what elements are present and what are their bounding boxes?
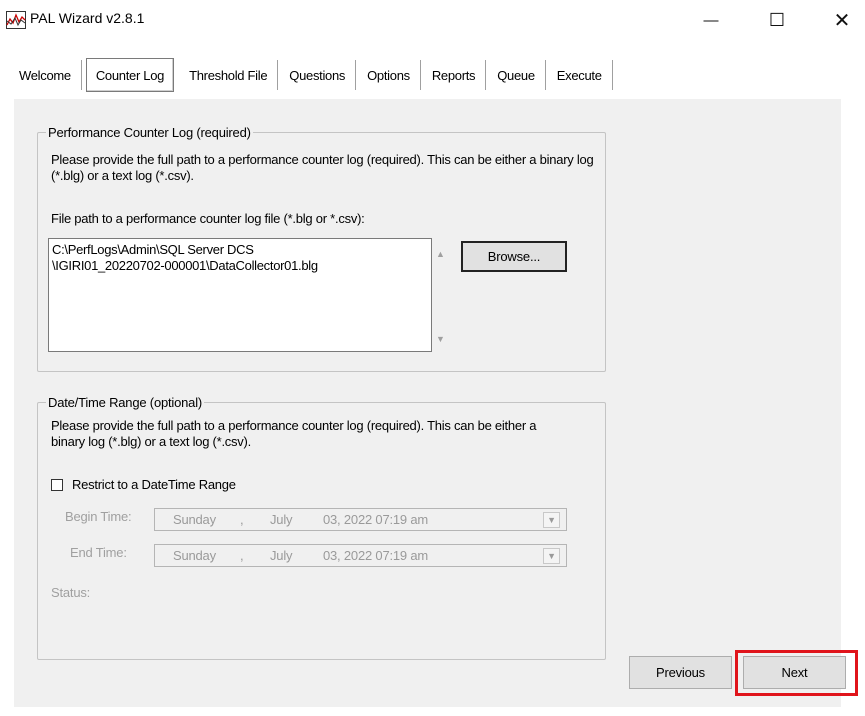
status-label: Status: [51,585,91,600]
begin-time-label: Begin Time: [65,509,132,524]
next-button-highlight [735,650,858,696]
scroll-up-icon[interactable]: ▲ [436,249,445,259]
tab-label: Reports [431,67,476,83]
tab-reports[interactable]: Reports [421,58,487,92]
tab-label: Counter Log [95,67,165,83]
begin-day: Sunday [173,512,216,527]
tab-strip: Welcome Counter Log Threshold File Quest… [8,58,613,92]
scroll-down-icon[interactable]: ▼ [436,334,445,344]
date-separator: , [240,548,244,563]
restrict-label[interactable]: Restrict to a DateTime Range [72,477,236,493]
tab-label: Queue [497,67,535,83]
tab-execute[interactable]: Execute [546,58,613,92]
chevron-down-icon[interactable]: ▼ [543,512,560,528]
date-range-description: Please provide the full path to a perfor… [51,418,537,449]
window-title: PAL Wizard v2.8.1 [30,10,145,26]
tab-label: Threshold File [189,67,268,83]
end-time-label: End Time: [70,545,127,560]
maximize-icon: ☐ [768,9,786,30]
begin-time-picker[interactable]: Sunday , July 03, 2022 07:19 am ▼ [154,508,567,531]
restrict-checkbox[interactable] [51,479,63,491]
tab-threshold-file[interactable]: Threshold File [178,58,279,92]
maximize-button[interactable]: ☐ [754,0,800,40]
title-bar: PAL Wizard v2.8.1 — ☐ ✕ [0,0,865,40]
previous-button[interactable]: Previous [629,656,732,689]
tab-label: Questions [289,67,346,83]
end-month: July [270,548,293,563]
close-button[interactable]: ✕ [819,0,865,40]
pal-chart-icon [6,11,26,29]
tab-label: Welcome [19,67,71,83]
browse-button-label: Browse... [487,249,541,264]
end-rest: 03, 2022 07:19 am [323,548,429,563]
tab-counter-log[interactable]: Counter Log [85,58,175,92]
date-range-group-title: Date/Time Range (optional) [46,395,205,410]
chevron-down-icon[interactable]: ▼ [543,548,560,564]
previous-button-label: Previous [656,665,705,680]
end-day: Sunday [173,548,216,563]
browse-button[interactable]: Browse... [461,241,567,272]
end-time-picker[interactable]: Sunday , July 03, 2022 07:19 am ▼ [154,544,567,567]
tab-questions[interactable]: Questions [278,58,356,92]
file-path-input[interactable]: C:\PerfLogs\Admin\SQL Server DCS \IGIRI0… [48,238,432,352]
minimize-icon: — [703,11,719,29]
minimize-button[interactable]: — [688,0,734,40]
begin-month: July [270,512,293,527]
tab-welcome[interactable]: Welcome [8,58,82,92]
tab-queue[interactable]: Queue [486,58,546,92]
begin-rest: 03, 2022 07:19 am [323,512,429,527]
file-path-label: File path to a performance counter log f… [51,211,365,226]
tab-options[interactable]: Options [356,58,421,92]
tab-label: Options [367,67,410,83]
date-separator: , [240,512,244,527]
close-icon: ✕ [833,9,851,32]
tab-label: Execute [556,67,602,83]
counter-log-description: Please provide the full path to a perfor… [51,152,594,183]
counter-log-group-title: Performance Counter Log (required) [46,125,253,140]
